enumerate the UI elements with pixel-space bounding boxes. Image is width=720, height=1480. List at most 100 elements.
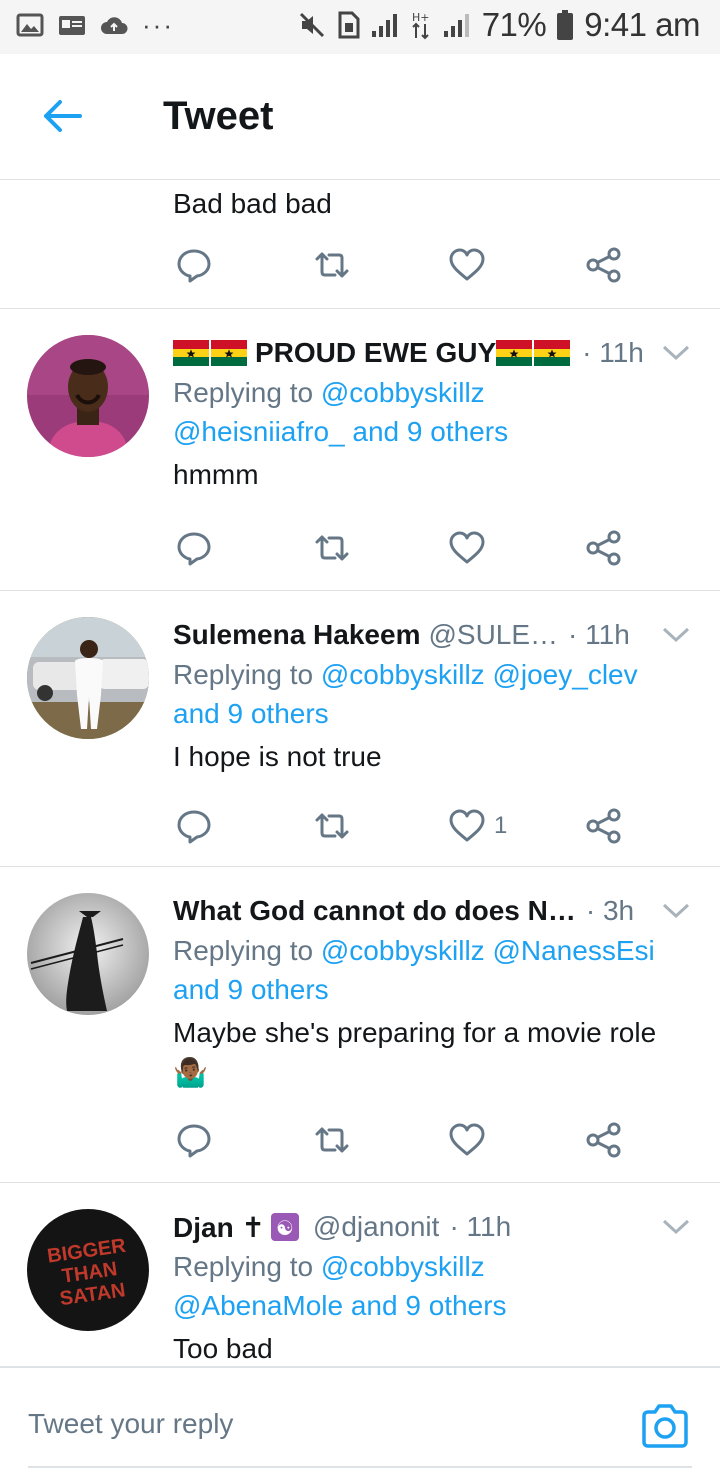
chevron-down-icon[interactable] (662, 901, 690, 921)
user-handle[interactable]: @djanonit (313, 1211, 440, 1243)
ghana-flag-icon (173, 340, 209, 366)
mention-link[interactable]: and 9 others (173, 974, 329, 1005)
display-name[interactable]: PROUD EWE GUY (255, 337, 496, 369)
network-type-label: H+ (412, 11, 430, 24)
tweet-actions (175, 1118, 635, 1162)
avatar-image (27, 335, 149, 457)
heart-icon (449, 531, 485, 564)
timestamp: · 11h (582, 337, 644, 368)
reply-list[interactable]: Bad bad bad PROUD EWE GUY · 11h Replying… (0, 180, 720, 1366)
mention-link[interactable]: @heisniiafro_ and 9 others (173, 416, 508, 447)
network-type: H+ (410, 10, 432, 40)
tweet-item[interactable]: Bad bad bad (0, 180, 720, 309)
share-button[interactable] (585, 1118, 623, 1162)
retweet-icon (315, 1127, 349, 1153)
chevron-down-icon[interactable] (662, 1217, 690, 1237)
like-button[interactable] (448, 1118, 494, 1162)
mention-link[interactable]: @cobbyskillz (321, 1251, 485, 1282)
battery-icon (557, 10, 574, 40)
like-button[interactable]: 1 (448, 804, 507, 848)
tweet-actions (175, 526, 635, 570)
tweet-item[interactable]: Sulemena Hakeem @SULE… · 11h Replying to… (0, 591, 720, 867)
reply-icon (177, 249, 211, 283)
arrow-left-icon[interactable] (40, 94, 84, 138)
like-count: 1 (494, 812, 508, 839)
reply-icon (177, 1124, 211, 1158)
reply-button[interactable] (175, 804, 213, 848)
retweet-icon (315, 535, 349, 561)
display-name[interactable]: What God cannot do does N… (173, 895, 576, 927)
reply-button[interactable] (175, 1118, 213, 1162)
heart-icon (449, 1123, 485, 1156)
reply-icon (177, 810, 211, 844)
tweet-actions: 1 (175, 804, 635, 848)
network-arrows-icon: H+ (412, 11, 430, 40)
signal-icon (371, 14, 397, 37)
page-title: Tweet (163, 94, 274, 138)
replying-to: Replying to @cobbyskillz (173, 373, 692, 412)
reply-input[interactable]: Tweet your reply (28, 1408, 233, 1440)
avatar-image (27, 617, 149, 739)
mention-link[interactable]: and 9 others (173, 698, 329, 729)
share-button[interactable] (585, 804, 623, 848)
reply-button[interactable] (175, 526, 213, 570)
name-symbol: ☯ (276, 1216, 294, 1240)
camera-icon[interactable] (640, 1402, 690, 1450)
ghana-flag-icon (211, 340, 247, 366)
replying-to-more: and 9 others (173, 694, 692, 733)
input-underline (28, 1466, 692, 1468)
avatar[interactable]: BIGGER THAN SATAN (27, 1209, 149, 1331)
tweet-item[interactable]: PROUD EWE GUY · 11h Replying to @cobbysk… (0, 309, 720, 591)
retweet-button[interactable] (313, 804, 351, 848)
tweet-text: Too bad (173, 1333, 273, 1364)
app-header: Tweet (0, 54, 720, 180)
mute-icon (299, 12, 324, 38)
replying-label: Replying to (173, 1251, 314, 1282)
replying-to-more: @AbenaMole and 9 others (173, 1286, 692, 1325)
sim-card-icon (338, 11, 360, 39)
heart-icon (449, 809, 485, 842)
retweet-button[interactable] (313, 526, 351, 570)
like-button[interactable] (448, 243, 494, 287)
share-icon (586, 530, 621, 566)
replying-to-more: and 9 others (173, 970, 692, 1009)
like-button[interactable] (448, 526, 494, 570)
replying-to: Replying to @cobbyskillz @joey_clev (173, 655, 692, 694)
share-button[interactable] (585, 526, 623, 570)
signal-icon-2 (443, 14, 469, 37)
chevron-down-icon[interactable] (662, 343, 690, 363)
tweet-item[interactable]: What God cannot do does N… · 3h Replying… (0, 867, 720, 1183)
mention-link[interactable]: @AbenaMole and 9 others (173, 1290, 507, 1321)
status-bar: ··· H+ 71% 9:41 am (0, 0, 720, 54)
clock: 9:41 am (584, 6, 700, 43)
user-handle[interactable]: @SULE… (428, 619, 558, 651)
tweet-text: Maybe she's preparing for a movie role (173, 1017, 657, 1048)
display-name[interactable]: Sulemena Hakeem (173, 619, 420, 651)
reply-icon (177, 532, 211, 566)
retweet-button[interactable] (313, 1118, 351, 1162)
share-icon (586, 1122, 621, 1158)
share-button[interactable] (585, 243, 623, 287)
mention-link[interactable]: @cobbyskillz (321, 377, 485, 408)
heart-icon (449, 248, 485, 281)
retweet-icon (315, 252, 349, 278)
avatar-image: BIGGER THAN SATAN (27, 1209, 149, 1331)
retweet-button[interactable] (313, 243, 351, 287)
avatar[interactable] (27, 893, 149, 1015)
reply-button[interactable] (175, 243, 213, 287)
timestamp: · 11h (449, 1211, 512, 1242)
timestamp: · 3h (585, 895, 635, 926)
display-name[interactable]: Djan ✝ (173, 1211, 265, 1244)
tweet-emoji: 🤷🏾‍♂️ (173, 1057, 208, 1088)
mention-link[interactable]: @cobbyskillz @NanessEsi (321, 935, 655, 966)
avatar[interactable] (27, 335, 149, 457)
share-icon (586, 247, 621, 283)
chevron-down-icon[interactable] (662, 625, 690, 645)
tweet-actions (175, 243, 635, 287)
tweet-item[interactable]: BIGGER THAN SATAN Djan ✝ ☯ @djanonit · 1… (0, 1183, 720, 1366)
mention-link[interactable]: @cobbyskillz @joey_clev (321, 659, 638, 690)
avatar[interactable] (27, 617, 149, 739)
replying-label: Replying to (173, 935, 314, 966)
replying-to: Replying to @cobbyskillz @NanessEsi (173, 931, 692, 970)
share-icon (586, 808, 621, 844)
